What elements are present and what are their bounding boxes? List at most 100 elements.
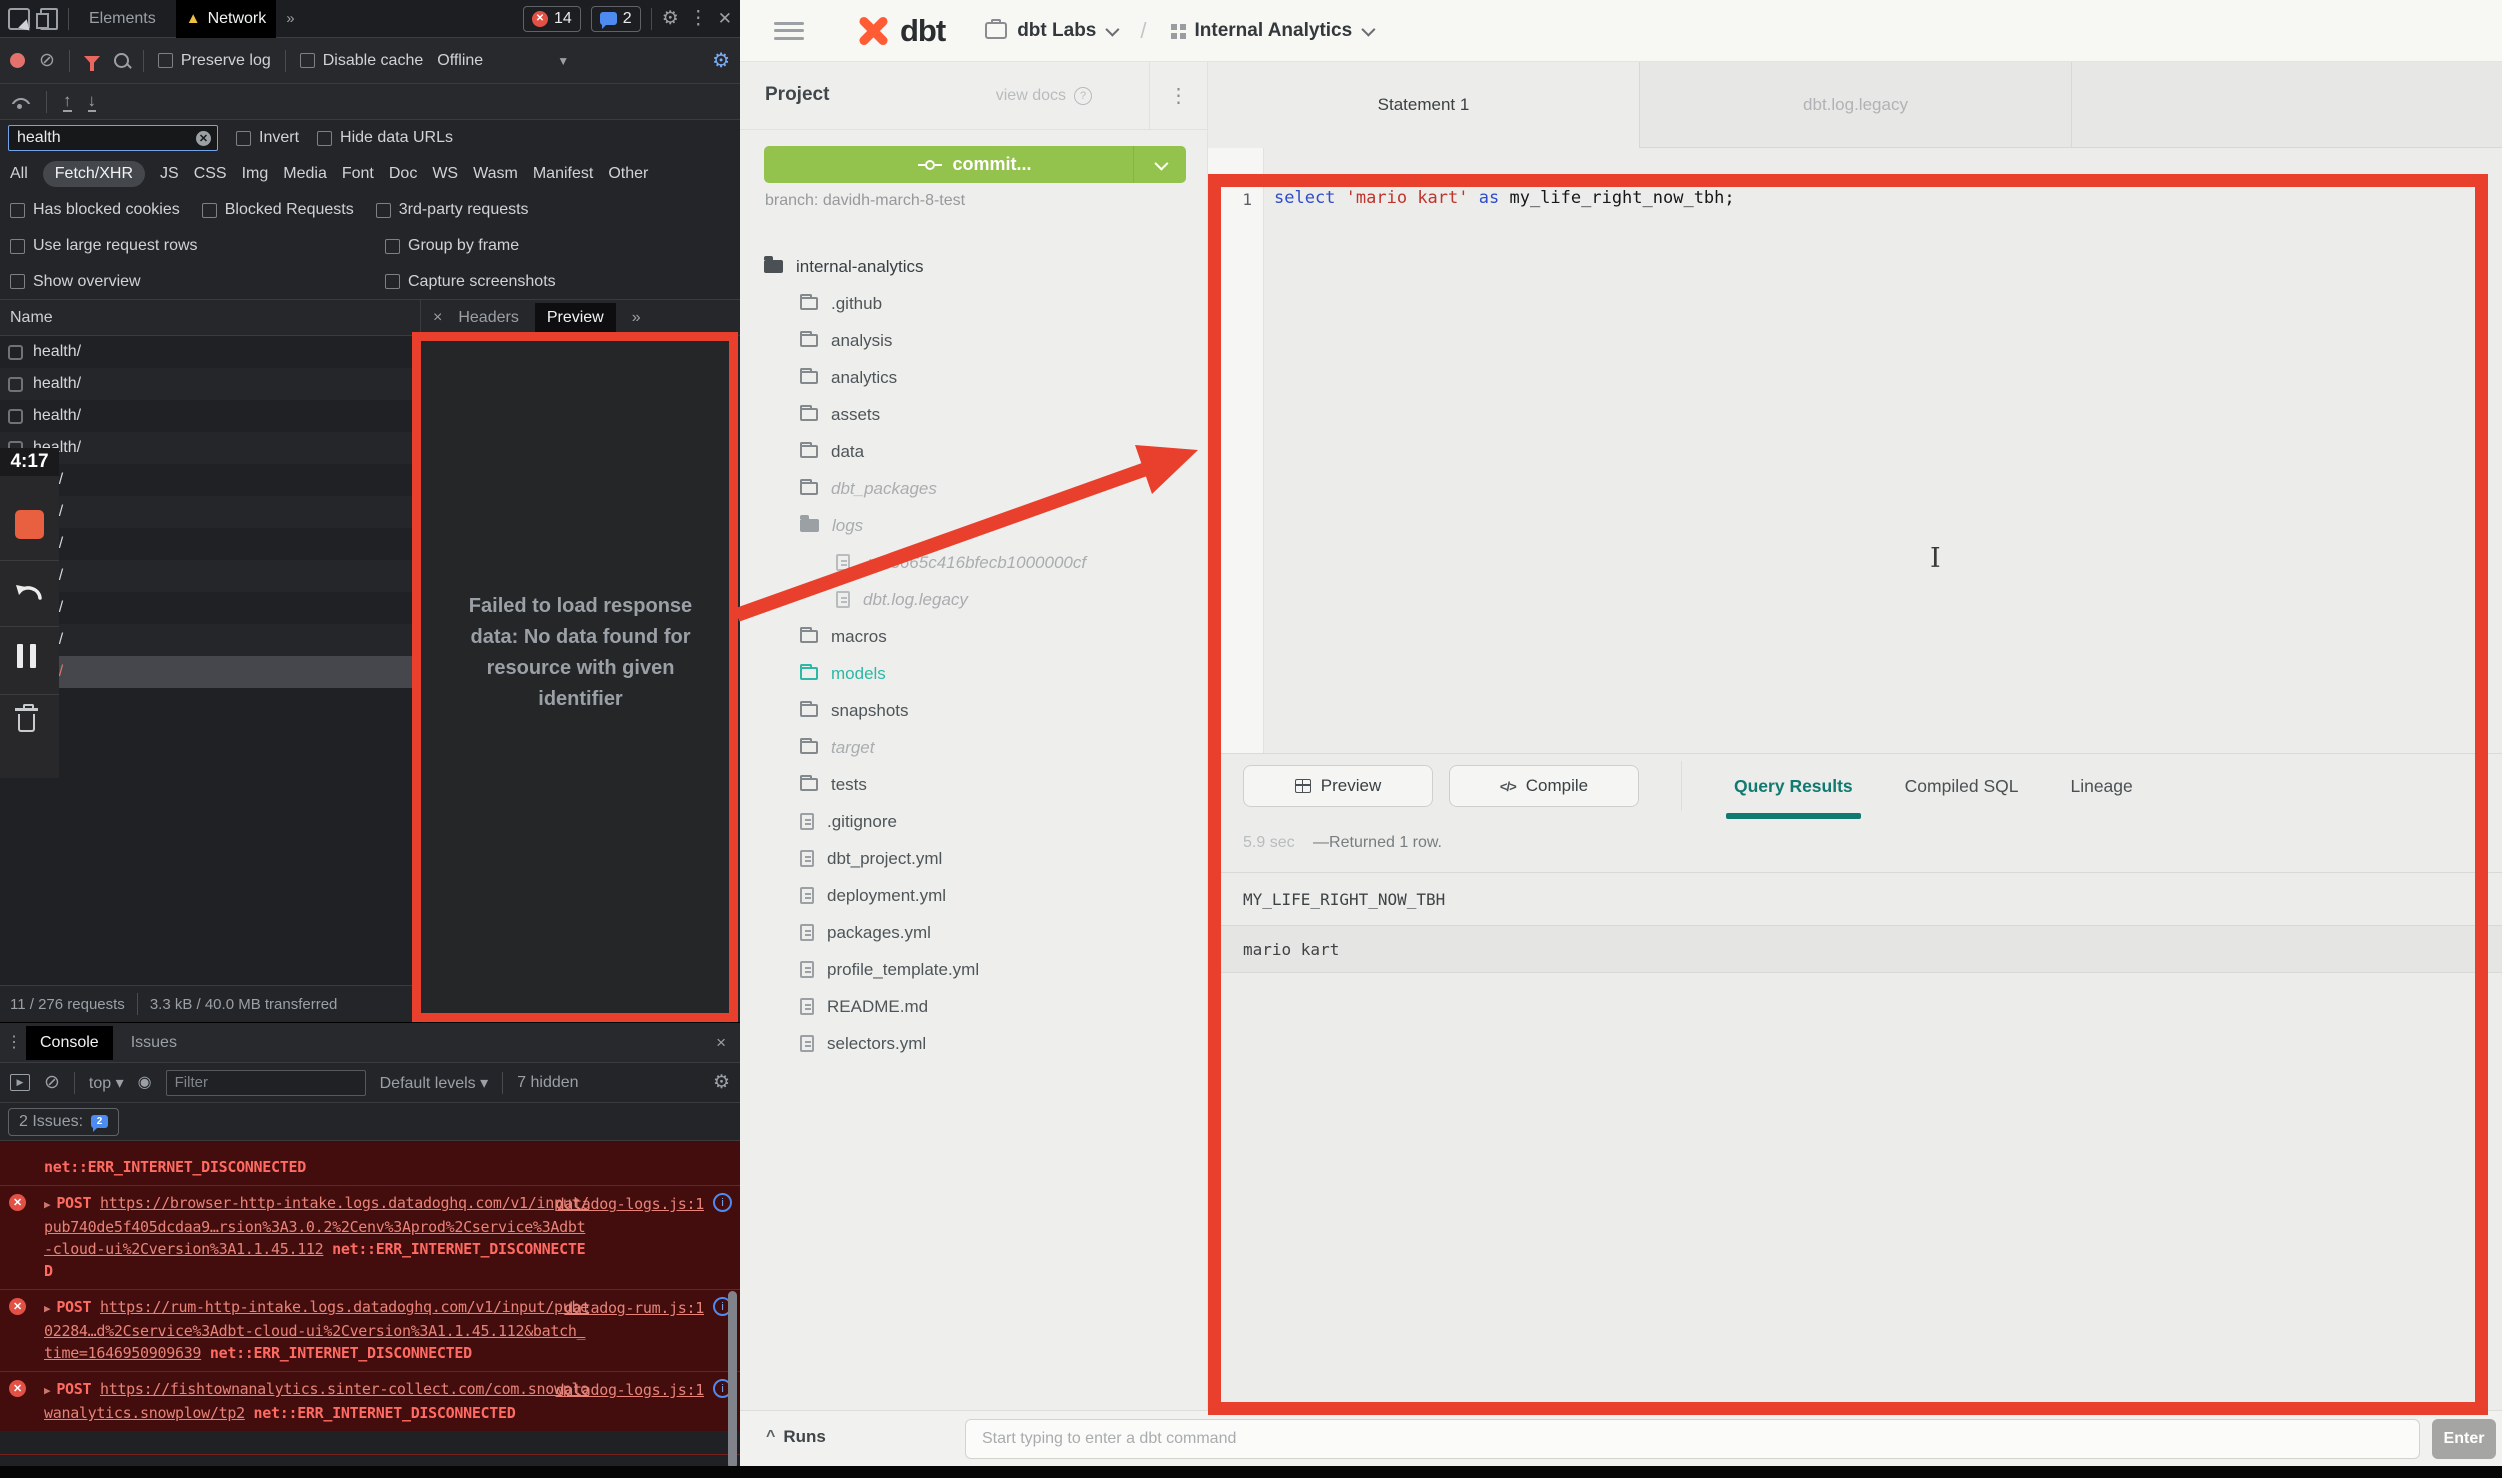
kebab-menu-icon[interactable]: ⋮ <box>689 9 708 28</box>
expand-triangle-icon[interactable]: ▶ <box>44 1302 50 1315</box>
issues-chip[interactable]: 2 Issues: 2 <box>8 1108 119 1136</box>
project-switcher[interactable]: Internal Analytics <box>1171 20 1373 42</box>
request-row[interactable]: alth/ <box>0 560 420 592</box>
request-row[interactable]: alth/ <box>0 624 420 656</box>
tree-item-dbt-project-yml[interactable]: dbt_project.yml <box>740 840 1207 877</box>
search-icon[interactable] <box>114 53 129 68</box>
filter-chip-manifest[interactable]: Manifest <box>533 165 593 183</box>
tree-item-snapshots[interactable]: snapshots <box>740 692 1207 729</box>
inspect-element-icon[interactable] <box>8 8 30 30</box>
settings-gear-icon[interactable]: ⚙ <box>662 9 679 28</box>
export-har-icon[interactable]: ↓ <box>88 92 97 112</box>
record-icon[interactable] <box>10 53 25 68</box>
filter-funnel-icon[interactable] <box>84 56 100 65</box>
tab-lineage[interactable]: Lineage <box>2070 754 2132 819</box>
request-row[interactable]: alth/ <box>0 464 420 496</box>
request-row[interactable]: health/ <box>0 336 420 368</box>
more-tabs-icon[interactable]: » <box>286 11 294 26</box>
hamburger-menu-icon[interactable] <box>774 22 804 40</box>
trash-icon[interactable] <box>18 714 35 732</box>
preserve-log-checkbox[interactable]: Preserve log <box>158 52 271 70</box>
tab-network[interactable]: ▲Network <box>176 0 277 38</box>
clear-icon[interactable]: ⊘ <box>39 49 55 72</box>
pause-recording-button[interactable] <box>17 644 36 668</box>
tree-item-selectors-yml[interactable]: selectors.yml <box>740 1025 1207 1062</box>
request-row[interactable]: alth/ <box>0 496 420 528</box>
disable-cache-checkbox[interactable]: Disable cache <box>300 52 424 70</box>
filter-chip-doc[interactable]: Doc <box>389 165 417 183</box>
undo-icon[interactable] <box>14 580 44 604</box>
console-kebab-icon[interactable]: ⋮ <box>6 1035 22 1051</box>
import-har-icon[interactable]: ↑ <box>63 92 72 112</box>
error-source-link[interactable]: datadog-logs.js:1 <box>556 1379 704 1401</box>
throttling-select[interactable]: Offline <box>437 52 483 70</box>
filter-chip-media[interactable]: Media <box>283 165 327 183</box>
filter-input[interactable] <box>15 128 190 148</box>
tree-item--gitignore[interactable]: .gitignore <box>740 803 1207 840</box>
request-row[interactable]: alth/ <box>0 656 420 688</box>
show-overview-checkbox[interactable]: Show overview <box>10 273 141 291</box>
tab-elements[interactable]: Elements <box>79 0 166 38</box>
preview-button[interactable]: Preview <box>1243 765 1433 807</box>
project-kebab-icon[interactable]: ⋮ <box>1149 62 1207 129</box>
sql-editor[interactable]: 1 select 'mario kart' as my_life_right_n… <box>1208 148 2502 753</box>
tree-item-logs[interactable]: logs <box>740 507 1207 544</box>
close-devtools-icon[interactable]: ✕ <box>718 10 732 27</box>
filter-chip-ws[interactable]: WS <box>432 165 458 183</box>
compile-button[interactable]: </>Compile <box>1449 765 1639 807</box>
request-row[interactable]: health/ <box>0 368 420 400</box>
enter-button[interactable]: Enter <box>2432 1419 2496 1459</box>
issue-count-badge[interactable]: 2 <box>591 6 641 32</box>
request-row[interactable]: health/ <box>0 432 420 464</box>
group-by-frame-checkbox[interactable]: Group by frame <box>385 237 519 255</box>
tab-preview[interactable]: Preview <box>535 303 616 333</box>
clear-console-icon[interactable]: ⊘ <box>44 1071 60 1094</box>
expand-triangle-icon[interactable]: ▶ <box>44 1198 50 1211</box>
more-detail-tabs-icon[interactable]: » <box>632 309 641 327</box>
tree-item--github[interactable]: .github <box>740 285 1207 322</box>
error-source-link[interactable]: datadog-rum.js:1 <box>564 1297 704 1319</box>
console-scrollbar[interactable] <box>728 1291 737 1469</box>
tree-item-deployment-yml[interactable]: deployment.yml <box>740 877 1207 914</box>
dbt-logo[interactable]: dbt <box>852 10 945 52</box>
close-detail-icon[interactable]: × <box>433 309 442 327</box>
tab-compiled-sql[interactable]: Compiled SQL <box>1905 754 2019 819</box>
filter-chip-fetch-xhr[interactable]: Fetch/XHR <box>43 161 145 187</box>
use-large-rows-checkbox[interactable]: Use large request rows <box>10 237 198 255</box>
request-row[interactable]: health/ <box>0 400 420 432</box>
tab-console[interactable]: Console <box>26 1026 113 1060</box>
commit-dropdown[interactable] <box>1133 146 1186 183</box>
capture-screenshots-checkbox[interactable]: Capture screenshots <box>385 273 556 291</box>
runs-toggle[interactable]: ^ Runs <box>766 1427 826 1447</box>
name-column-header[interactable]: Name <box>0 300 420 336</box>
throttling-caret-icon[interactable]: ▼ <box>557 54 569 68</box>
context-select[interactable]: top ▾ <box>89 1073 124 1093</box>
error-count-badge[interactable]: ✕14 <box>523 6 581 32</box>
request-row[interactable]: alth/ <box>0 592 420 624</box>
close-console-icon[interactable]: × <box>716 1034 726 1051</box>
tree-item-assets[interactable]: assets <box>740 396 1207 433</box>
network-settings-gear-icon[interactable]: ⚙ <box>712 48 730 73</box>
tab-issues[interactable]: Issues <box>117 1026 191 1060</box>
tab-headers[interactable]: Headers <box>458 309 518 327</box>
filter-chip-other[interactable]: Other <box>608 165 648 183</box>
tree-item--nfs3665c416bfecb1000000cf[interactable]: .nfs3665c416bfecb1000000cf <box>740 544 1207 581</box>
view-docs-link[interactable]: view docs ? <box>996 87 1092 105</box>
filter-chip-css[interactable]: CSS <box>194 165 227 183</box>
tab-query-results[interactable]: Query Results <box>1734 754 1853 819</box>
network-conditions-icon[interactable] <box>10 95 30 108</box>
console-settings-gear-icon[interactable]: ⚙ <box>713 1073 730 1092</box>
filter-chip-img[interactable]: Img <box>242 165 269 183</box>
account-switcher[interactable]: dbt Labs <box>985 20 1116 42</box>
device-toolbar-icon[interactable] <box>40 8 58 30</box>
tree-item-macros[interactable]: macros <box>740 618 1207 655</box>
has-blocked-cookies-checkbox[interactable]: Has blocked cookies <box>10 201 180 219</box>
dbt-command-input[interactable] <box>965 1419 2420 1459</box>
tree-item-packages-yml[interactable]: packages.yml <box>740 914 1207 951</box>
filter-chip-all[interactable]: All <box>10 165 28 183</box>
tree-item-data[interactable]: data <box>740 433 1207 470</box>
clear-filter-icon[interactable]: ✕ <box>196 131 211 146</box>
tree-item-analysis[interactable]: analysis <box>740 322 1207 359</box>
blocked-requests-checkbox[interactable]: Blocked Requests <box>202 201 354 219</box>
third-party-requests-checkbox[interactable]: 3rd-party requests <box>376 201 529 219</box>
